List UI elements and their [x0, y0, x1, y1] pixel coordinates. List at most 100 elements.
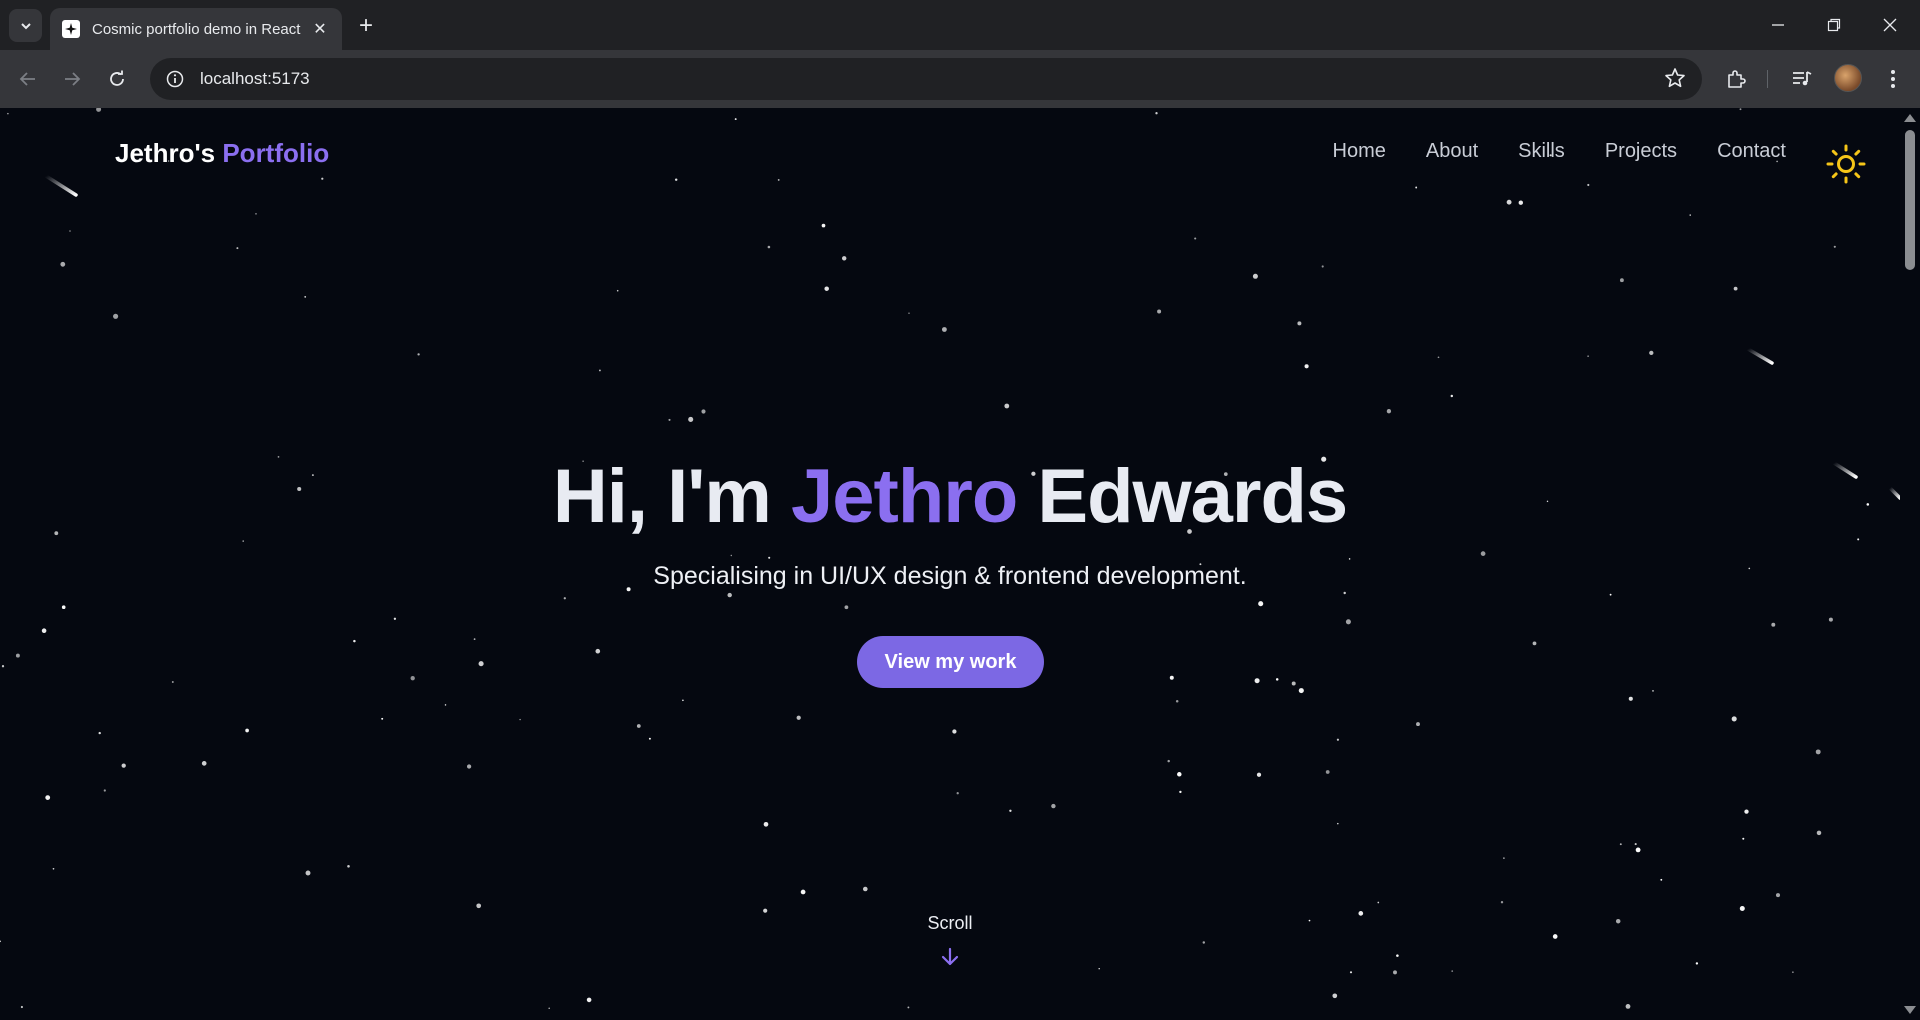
- hero-section: Hi, I'm Jethro Edwards Specialising in U…: [0, 453, 1900, 591]
- star: [1179, 790, 1182, 794]
- media-queue-icon[interactable]: [1786, 63, 1818, 95]
- toolbar-separator: [1767, 70, 1768, 88]
- logo-name: Jethro's: [115, 138, 216, 168]
- star: [1816, 830, 1822, 836]
- browser-tab-bar: Cosmic portfolio demo in React ✕ +: [0, 0, 1920, 50]
- nav-contact[interactable]: Contact: [1717, 140, 1786, 163]
- nav-projects[interactable]: Projects: [1605, 140, 1677, 163]
- star: [410, 676, 415, 681]
- star: [1308, 919, 1311, 922]
- star: [1731, 716, 1737, 722]
- star: [1416, 722, 1420, 727]
- star: [1275, 678, 1279, 681]
- more-menu-icon[interactable]: [1877, 63, 1909, 95]
- nav-skills[interactable]: Skills: [1518, 140, 1565, 163]
- star: [1415, 186, 1418, 189]
- star: [1336, 738, 1340, 741]
- star: [636, 724, 641, 728]
- star: [1345, 619, 1351, 625]
- window-close-icon[interactable]: [1862, 0, 1918, 50]
- extensions-icon[interactable]: [1720, 63, 1752, 95]
- minimize-icon[interactable]: [1750, 0, 1806, 50]
- star: [844, 605, 849, 610]
- scroll-up-icon[interactable]: [1904, 114, 1916, 122]
- star: [417, 353, 420, 356]
- star: [381, 717, 384, 720]
- star: [1619, 278, 1624, 283]
- star: [1167, 759, 1170, 763]
- new-tab-icon[interactable]: +: [352, 12, 380, 40]
- favicon-sparkle-icon: [62, 20, 80, 38]
- star: [1775, 893, 1781, 898]
- view-work-button[interactable]: View my work: [857, 636, 1044, 688]
- hero-last-name: Edwards: [1037, 454, 1348, 539]
- nav-about[interactable]: About: [1426, 140, 1478, 163]
- star: [1739, 108, 1742, 111]
- star: [305, 870, 311, 876]
- address-bar[interactable]: localhost:5173: [150, 58, 1702, 100]
- star: [1739, 905, 1745, 912]
- site-info-icon[interactable]: [162, 66, 188, 92]
- star: [763, 821, 769, 827]
- reload-icon[interactable]: [101, 63, 133, 95]
- star: [1258, 601, 1264, 607]
- page-viewport: Jethro's Portfolio Home About Skills Pro…: [0, 108, 1920, 1020]
- star: [1518, 200, 1524, 205]
- star: [245, 728, 249, 733]
- sun-icon[interactable]: [1826, 144, 1866, 184]
- star: [7, 112, 9, 115]
- star: [1506, 199, 1512, 205]
- forward-icon[interactable]: [56, 63, 88, 95]
- star: [1169, 675, 1174, 680]
- star: [1157, 309, 1162, 314]
- star: [598, 369, 601, 372]
- star: [1815, 749, 1821, 755]
- star: [862, 886, 868, 892]
- site-logo[interactable]: Jethro's Portfolio: [115, 138, 329, 169]
- star: [841, 256, 847, 261]
- star: [1634, 843, 1637, 846]
- star: [1321, 265, 1324, 268]
- tab-search-icon[interactable]: [9, 9, 42, 42]
- star: [1298, 688, 1304, 694]
- star: [1450, 394, 1454, 398]
- star: [473, 638, 476, 640]
- main-nav: Home About Skills Projects Contact: [1333, 140, 1786, 163]
- star: [255, 213, 257, 215]
- star: [941, 327, 947, 332]
- scrollbar-thumb[interactable]: [1905, 130, 1915, 270]
- star: [1635, 847, 1641, 853]
- star: [1742, 837, 1745, 840]
- star: [353, 639, 356, 643]
- star: [1744, 809, 1749, 814]
- star: [1343, 591, 1346, 595]
- page-scrollbar[interactable]: [1900, 108, 1920, 1020]
- browser-tab[interactable]: Cosmic portfolio demo in React ✕: [50, 8, 342, 50]
- star: [1004, 403, 1010, 409]
- back-icon[interactable]: [12, 63, 44, 95]
- scroll-hint[interactable]: Scroll: [900, 913, 1000, 968]
- star: [1297, 321, 1302, 326]
- star: [674, 178, 678, 181]
- scroll-down-icon[interactable]: [1904, 1006, 1916, 1014]
- star: [586, 997, 592, 1003]
- star: [1451, 970, 1454, 972]
- star: [321, 177, 324, 180]
- shooting-stars: [44, 174, 1900, 500]
- scroll-label: Scroll: [927, 913, 973, 933]
- restore-icon[interactable]: [1806, 0, 1862, 50]
- star: [1009, 809, 1012, 812]
- nav-home[interactable]: Home: [1333, 140, 1386, 163]
- star: [1587, 355, 1589, 357]
- bookmark-star-icon[interactable]: [1664, 67, 1686, 94]
- star: [103, 789, 106, 792]
- star: [908, 312, 910, 314]
- star: [20, 1005, 23, 1009]
- star: [478, 661, 484, 667]
- close-icon[interactable]: ✕: [310, 19, 330, 39]
- star: [1155, 112, 1158, 115]
- star: [96, 108, 102, 112]
- star: [1377, 901, 1380, 904]
- star: [113, 313, 119, 319]
- profile-avatar[interactable]: [1834, 64, 1862, 92]
